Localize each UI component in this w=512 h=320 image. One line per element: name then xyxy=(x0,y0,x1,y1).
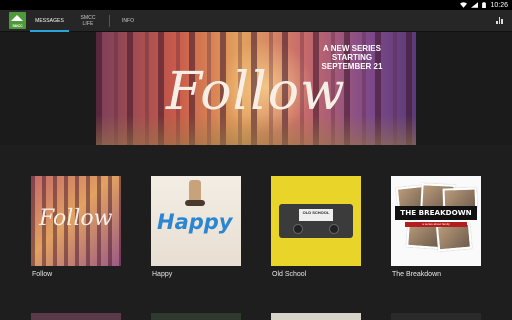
thumb-legs xyxy=(189,180,201,202)
message-title: Happy xyxy=(152,271,173,278)
status-icons: 10:26 xyxy=(460,0,508,10)
message-title: The Breakdown xyxy=(392,271,442,278)
status-bar: 10:26 xyxy=(0,0,512,10)
signal-icon xyxy=(471,2,479,8)
message-card-partial[interactable] xyxy=(391,313,481,320)
thumb-shoe xyxy=(185,200,205,206)
thumb-subtext: a series about family xyxy=(405,222,467,227)
message-card-partial[interactable] xyxy=(31,313,121,320)
tab-smcc-life[interactable]: SMCC LIFE xyxy=(76,10,100,32)
thumb-text: THE BREAKDOWN xyxy=(395,206,477,220)
reel-icon xyxy=(293,224,303,234)
reel-icon xyxy=(329,224,339,234)
tab-label: SMCC LIFE xyxy=(80,15,96,27)
thumb-text: Happy xyxy=(157,210,233,234)
message-card-partial[interactable] xyxy=(151,313,241,320)
featured-banner[interactable]: Follow A NEW SERIES STARTING SEPTEMBER 2… xyxy=(96,32,416,145)
tab-info[interactable]: INFO xyxy=(116,10,140,32)
message-title: Old School xyxy=(272,271,307,278)
wifi-icon xyxy=(460,2,468,8)
tab-divider xyxy=(109,15,110,27)
banner-title: Follow xyxy=(166,62,346,122)
cassette-icon: OLD SCHOOL xyxy=(279,204,353,238)
message-thumbnail: Follow xyxy=(31,176,121,266)
status-time: 10:26 xyxy=(490,1,508,9)
bar-chart-icon[interactable] xyxy=(496,17,503,24)
logo-text: SMCC xyxy=(12,24,23,28)
tab-label: MESSAGES xyxy=(35,18,64,24)
tab-label: INFO xyxy=(121,18,135,24)
battery-icon xyxy=(482,2,487,8)
message-thumbnail: Happy xyxy=(151,176,241,266)
message-thumbnail: OLD SCHOOL xyxy=(271,176,361,266)
message-thumbnail: THE BREAKDOWN a series about family xyxy=(391,176,481,266)
message-title: Follow xyxy=(32,271,53,278)
thumb-text: OLD SCHOOL xyxy=(299,209,333,221)
mountain-icon xyxy=(11,15,23,21)
thumb-text: Follow xyxy=(39,206,113,231)
message-card-partial[interactable] xyxy=(271,313,361,320)
banner-tagline: A NEW SERIES STARTING SEPTEMBER 21 xyxy=(321,44,383,71)
app-logo[interactable]: SMCC xyxy=(9,12,26,29)
app-bar: SMCC MESSAGES SMCC LIFE INFO xyxy=(0,10,512,32)
tab-messages[interactable]: MESSAGES xyxy=(30,10,69,32)
